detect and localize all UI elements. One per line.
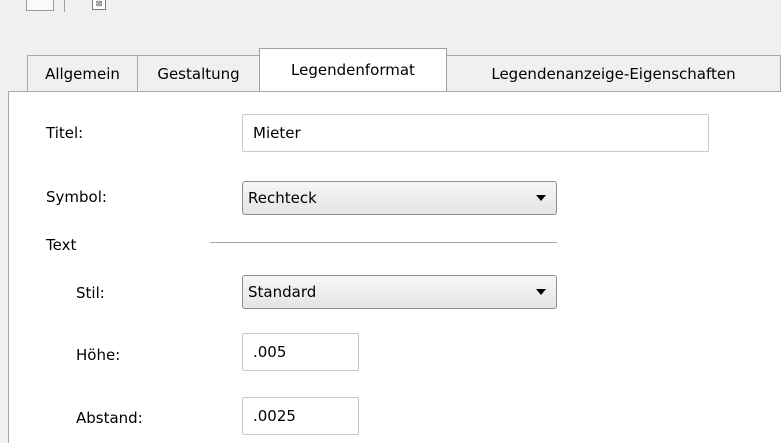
- text-section-heading: Text: [46, 236, 77, 254]
- tab-legendenanzeige-eigenschaften[interactable]: Legendenanzeige-Eigenschaften: [446, 55, 781, 91]
- chevron-down-icon: [536, 289, 546, 295]
- hoehe-label: Höhe:: [76, 346, 121, 364]
- symbol-select[interactable]: Rechteck: [242, 181, 557, 215]
- toolbar-separator: [64, 0, 65, 12]
- symbol-label: Symbol:: [46, 188, 107, 206]
- tab-allgemein[interactable]: Allgemein: [27, 55, 138, 91]
- section-divider: [210, 242, 557, 243]
- symbol-select-value: Rechteck: [248, 189, 317, 207]
- tab-label: Allgemein: [45, 64, 120, 83]
- abstand-label: Abstand:: [76, 409, 143, 427]
- titel-input[interactable]: Mieter: [242, 114, 709, 152]
- stil-select-value: Standard: [248, 283, 317, 301]
- toolbar: ⊠: [0, 0, 781, 24]
- tab-label: Legendenformat: [291, 61, 415, 79]
- stil-label: Stil:: [76, 284, 105, 302]
- abstand-input[interactable]: .0025: [242, 397, 359, 435]
- tab-gestaltung[interactable]: Gestaltung: [137, 55, 260, 91]
- dialog-icon[interactable]: ⊠: [92, 0, 106, 10]
- tab-label: Gestaltung: [157, 64, 240, 83]
- tab-legendenformat[interactable]: Legendenformat: [259, 48, 447, 91]
- chevron-down-icon: [536, 195, 546, 201]
- tab-label: Legendenanzeige-Eigenschaften: [491, 64, 736, 83]
- hoehe-input[interactable]: .005: [242, 333, 359, 371]
- titel-label: Titel:: [46, 124, 84, 142]
- stil-select[interactable]: Standard: [242, 275, 557, 309]
- layout-icon[interactable]: [26, 0, 54, 11]
